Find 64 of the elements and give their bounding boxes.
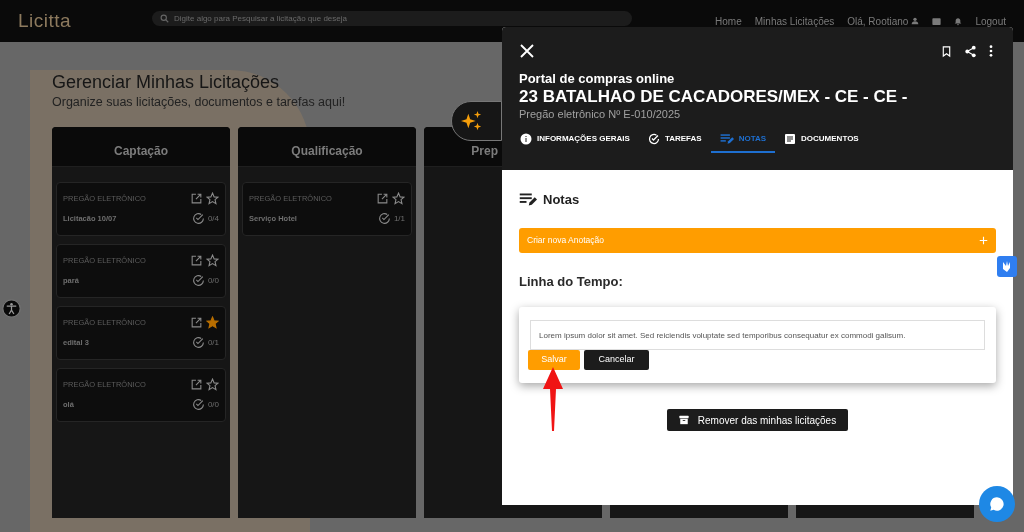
star-icon[interactable] <box>392 192 405 205</box>
share-icon[interactable] <box>964 44 977 58</box>
timeline-title: Linha do Tempo: <box>519 272 624 291</box>
task-count: 0/0 <box>207 398 219 411</box>
close-icon[interactable] <box>519 43 535 59</box>
page-subtitle: Organize suas licitações, documentos e tarefas aqui! <box>52 94 346 110</box>
remove-button[interactable]: Remover das minhas licitações <box>666 409 849 431</box>
check-circle-icon <box>191 212 205 225</box>
column-title: Captação <box>114 143 168 160</box>
check-circle-icon <box>191 274 205 287</box>
plus-icon <box>979 235 988 245</box>
nav-link[interactable]: Olá, Rootiano <box>847 13 909 29</box>
info-icon <box>520 133 532 145</box>
chat-icon <box>989 496 1005 512</box>
column-title: Qualificação <box>291 143 363 160</box>
search-field[interactable]: Digite algo para Pesquisar a licitação que deseja <box>152 11 632 26</box>
task-count: 0/1 <box>207 336 219 349</box>
page-title: Gerenciar Minhas Licitações <box>52 72 280 92</box>
check-circle-icon <box>377 212 391 225</box>
column-title: Prep <box>471 143 498 160</box>
cancel-button[interactable]: Cancelar <box>584 350 649 370</box>
edit-icon[interactable] <box>376 192 389 205</box>
edit-icon[interactable] <box>190 192 203 205</box>
task-count: 0/4 <box>207 212 219 225</box>
user-icon[interactable] <box>911 17 920 25</box>
panel-tab[interactable]: TAREFAS <box>638 127 711 153</box>
bookmark-icon[interactable] <box>941 44 952 58</box>
panel-tab[interactable]: DOCUMENTOS <box>775 127 868 153</box>
bid-subtitle: Pregão eletrônico Nº E-010/2025 <box>519 107 682 121</box>
check-circle-icon <box>647 133 660 145</box>
portal-name: Portal de compras online <box>519 71 676 87</box>
accessibility-icon[interactable] <box>2 299 21 318</box>
check-circle-icon <box>191 398 205 411</box>
card-icon[interactable] <box>932 16 942 26</box>
edit-icon[interactable] <box>190 378 203 391</box>
task-count: 1/1 <box>393 212 405 225</box>
nav-link[interactable]: Logout <box>975 13 1006 29</box>
edit-icon[interactable] <box>190 254 203 267</box>
check-circle-icon <box>191 336 205 349</box>
sparkle-icon <box>461 110 483 132</box>
more-icon[interactable] <box>989 45 993 57</box>
archive-icon <box>678 415 689 425</box>
star-icon[interactable] <box>206 316 219 329</box>
chat-button[interactable] <box>979 486 1015 522</box>
task-count: 0/0 <box>207 274 219 287</box>
bid-title: 23 BATALHAO DE CACADORES/MEX - CE - CE - <box>519 87 909 107</box>
document-icon <box>784 133 797 145</box>
search-icon <box>160 14 169 23</box>
star-icon[interactable] <box>206 192 219 205</box>
star-icon[interactable] <box>206 378 219 391</box>
notes-icon <box>519 192 537 208</box>
note-input[interactable]: Lorem ipsum dolor sit amet. Sed reiciendis voluptate sed temporibus consequatur ex commodi galisum. <box>530 320 985 350</box>
logo[interactable]: Licitta <box>18 6 152 36</box>
section-title: Notas <box>543 191 580 209</box>
bell-icon[interactable] <box>954 16 963 26</box>
nav-link[interactable]: Minhas Licitações <box>754 13 835 29</box>
annotation-arrow <box>542 367 564 431</box>
star-icon[interactable] <box>206 254 219 267</box>
panel-tab[interactable]: NOTAS <box>710 127 776 153</box>
edit-icon[interactable] <box>190 316 203 329</box>
ai-assistant-button[interactable] <box>451 101 502 141</box>
nav-link[interactable]: Home <box>715 13 742 29</box>
notes-icon <box>719 133 734 145</box>
panel-tab[interactable]: INFORMAÇÕES GERAIS <box>511 127 639 153</box>
